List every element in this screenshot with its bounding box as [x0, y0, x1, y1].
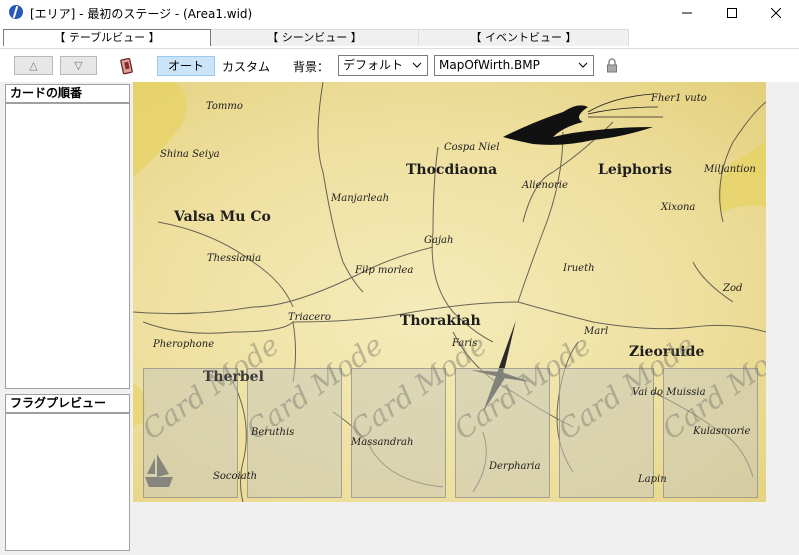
map-label-leiphoris: Leiphoris	[598, 162, 672, 178]
close-icon	[771, 7, 781, 18]
map-label-pherophone: Pherophone	[153, 339, 215, 350]
flag-preview-list[interactable]	[5, 413, 130, 551]
background-file-select[interactable]: MapOfWirth.BMP	[434, 55, 594, 76]
left-panel: カードの順番 フラグプレビュー	[0, 82, 133, 555]
window-title: [エリア] - 最初のステージ - (Area1.wid)	[30, 7, 253, 21]
map-label-filp-morlea: Filp morlea	[355, 265, 414, 276]
chevron-down-icon	[412, 62, 422, 68]
map-label-triacero: Triacero	[288, 312, 331, 323]
background-label: 背景：	[293, 60, 330, 74]
minimize-icon	[682, 12, 692, 13]
map-label-alienorie: Alienorie	[522, 180, 568, 191]
map-label-xixona: Xixona	[661, 202, 696, 213]
map-label-marl: Marl	[584, 326, 609, 337]
map-label-fher1-vuto: Fher1 vuto	[651, 93, 707, 104]
maximize-button[interactable]	[709, 0, 755, 25]
card-order-list[interactable]	[5, 103, 130, 389]
tab-event-view[interactable]: 【 イベントビュー 】	[419, 29, 629, 46]
title-bar: [エリア] - 最初のステージ - (Area1.wid)	[0, 0, 799, 25]
map-label-gajah: Gajah	[424, 235, 454, 246]
map-label-massandrah: Massandrah	[351, 437, 414, 448]
map-label-thessiania: Thessiania	[207, 253, 262, 264]
map-label-kulasmorie: Kulasmorie	[693, 426, 751, 437]
tab-scene-view[interactable]: 【 シーンビュー 】	[211, 29, 419, 46]
map-label-vai-do-muissia: Vai do Muissia	[632, 387, 706, 398]
map-label-lapin: Lapin	[638, 474, 667, 485]
background-mode-select[interactable]: デフォルト	[338, 55, 428, 76]
map-label-derpharia: Derpharia	[489, 461, 541, 472]
map-label-therbel: Therbel	[203, 369, 264, 385]
map-label-miljantion: Miljantion	[704, 164, 756, 175]
map-label-thocdiaona: Thocdiaona	[406, 162, 498, 178]
map-label-socoiath: Socoiath	[213, 471, 258, 482]
map-label-tommo: Tommo	[206, 101, 243, 112]
card-order-title: カードの順番	[5, 84, 130, 103]
background-mode-value: デフォルト	[343, 58, 404, 72]
maximize-icon	[727, 7, 737, 18]
map-label-zod: Zod	[723, 283, 743, 294]
chevron-down-icon	[578, 62, 588, 68]
card-slot[interactable]: Card Mode	[448, 328, 597, 498]
background-file-value: MapOfWirth.BMP	[439, 58, 540, 72]
table-view-canvas: Tommo Shina Seiya Cospa Niel Fher1 vuto …	[133, 82, 799, 555]
map-label-manjarleah: Manjarleah	[331, 193, 390, 204]
app-icon	[9, 5, 23, 19]
move-down-button[interactable]: ▽	[60, 56, 97, 75]
mode-custom-button[interactable]: カスタム	[222, 58, 270, 75]
mode-auto-button[interactable]: オート	[157, 56, 215, 76]
card-icon[interactable]	[120, 58, 134, 75]
move-up-button[interactable]: △	[14, 56, 53, 75]
map-label-thorakiah: Thorakiah	[400, 313, 481, 329]
map-label-cospa-niel: Cospa Niel	[444, 142, 500, 153]
background-map[interactable]: Tommo Shina Seiya Cospa Niel Fher1 vuto …	[133, 82, 766, 502]
tab-table-view[interactable]: 【 テーブルビュー 】	[3, 29, 211, 46]
close-button[interactable]	[753, 0, 799, 25]
minimize-button[interactable]	[664, 0, 710, 25]
map-label-beruthis: Beruthis	[251, 427, 295, 438]
map-label-irueth: Irueth	[563, 263, 595, 274]
flag-preview-title: フラグプレビュー	[5, 394, 130, 413]
map-label-shina-seiya: Shina Seiya	[160, 149, 220, 160]
toolbar: △ ▽ オート カスタム 背景： デフォルト MapOfWirth.BMP	[0, 48, 799, 82]
card-slot[interactable]: Card Mode	[344, 328, 493, 498]
map-label-valsa-mu-co: Valsa Mu Co	[174, 209, 271, 225]
lock-icon[interactable]	[606, 58, 618, 73]
canvas-margin	[766, 82, 799, 555]
view-tab-bar: 【 テーブルビュー 】 【 シーンビュー 】 【 イベントビュー 】	[0, 28, 799, 48]
